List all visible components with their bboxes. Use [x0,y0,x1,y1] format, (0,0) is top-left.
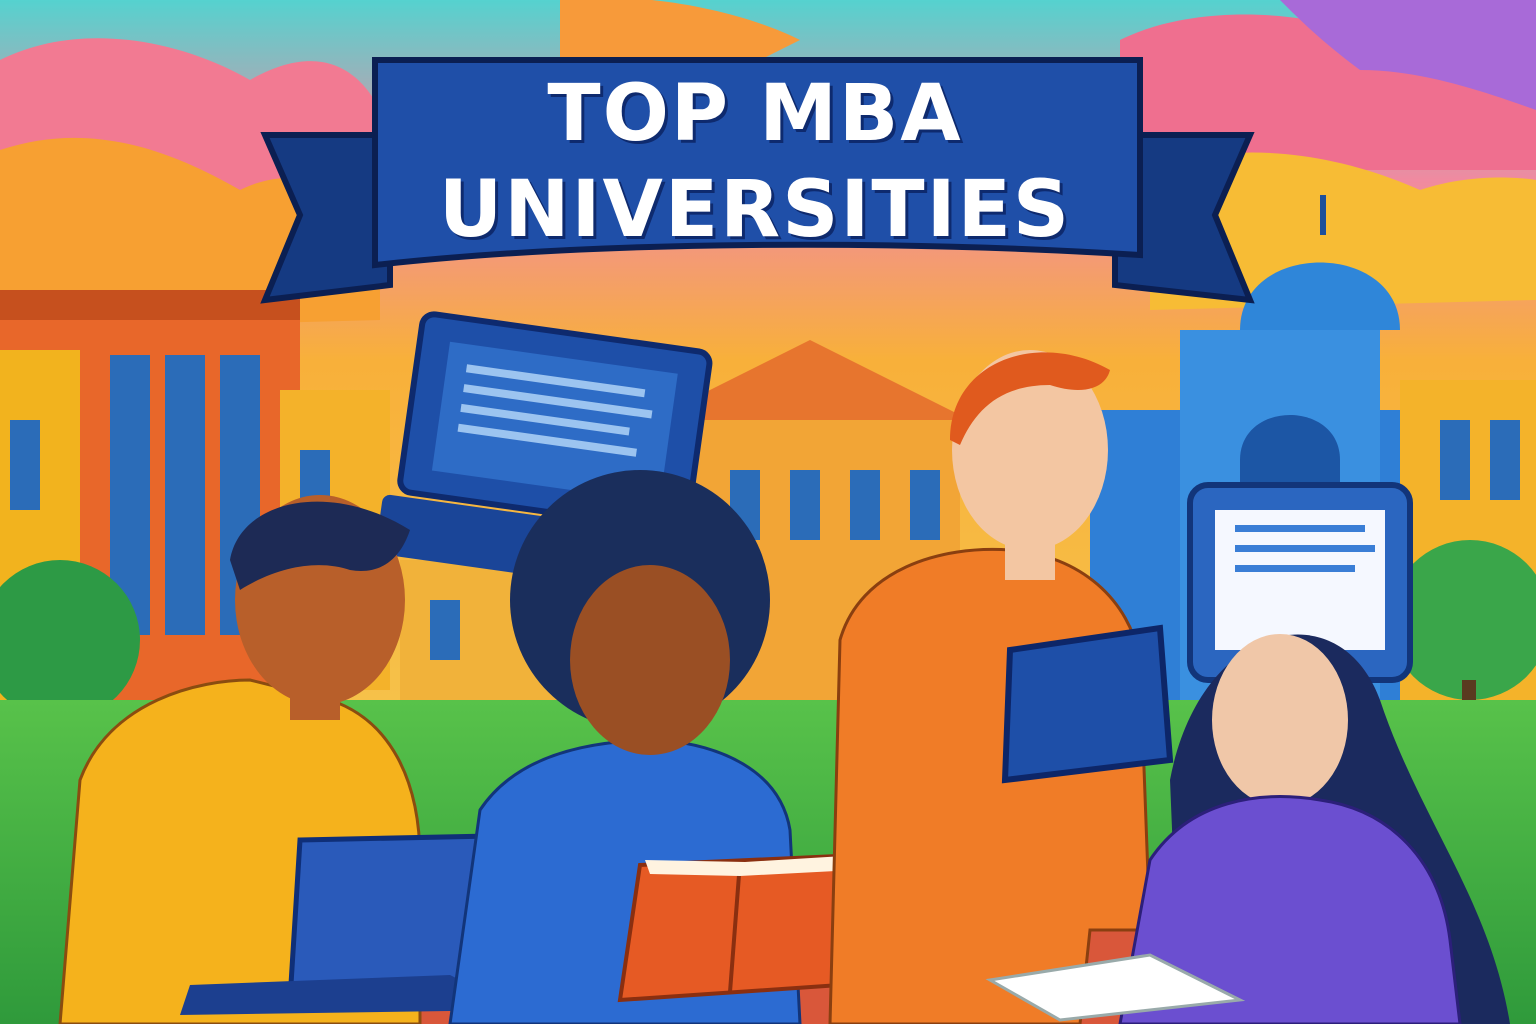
banner-line-1: TOP MBA [547,69,963,159]
banner-title: TOP MBA UNIVERSITIES [395,66,1115,258]
book [617,852,863,1003]
illustration-scene: TOP MBA UNIVERSITIES [0,0,1536,1024]
tablet [1001,624,1174,784]
banner-line-2: UNIVERSITIES [438,165,1072,255]
